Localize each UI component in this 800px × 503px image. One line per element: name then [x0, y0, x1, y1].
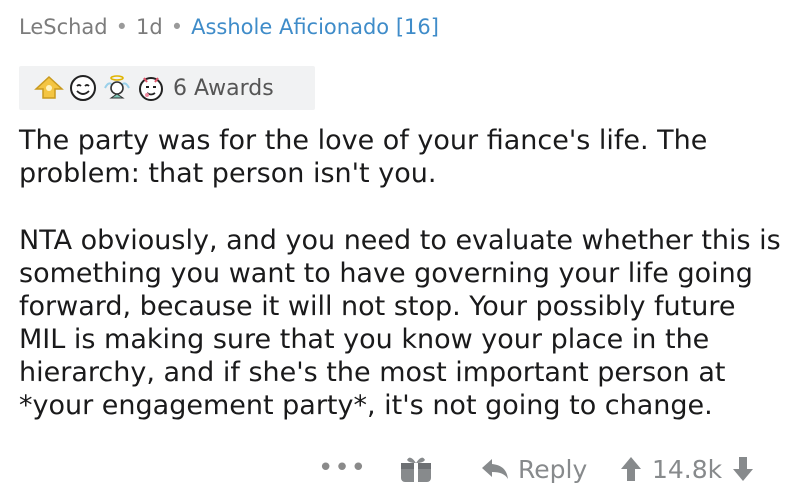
- comment-paragraph: NTA obviously, and you need to evaluate …: [19, 225, 790, 421]
- upvote-arrow-icon[interactable]: [620, 456, 642, 482]
- angel-award-icon: [104, 75, 130, 99]
- awards-count: 6 Awards: [173, 75, 274, 101]
- silver-award-icon: [34, 75, 64, 99]
- reply-label: Reply: [518, 454, 588, 484]
- user-flair: Asshole Aficionado [16]: [191, 15, 439, 39]
- meta-separator: •: [170, 15, 184, 39]
- wholesome-face-award-icon: [70, 75, 96, 101]
- comment-actions: ••• Reply 14.8k: [0, 445, 800, 493]
- reply-arrow-icon: [482, 459, 508, 479]
- vote-score: 14.8k: [652, 454, 723, 484]
- give-award-icon[interactable]: [399, 454, 433, 484]
- more-options-button[interactable]: •••: [318, 453, 367, 483]
- comment-meta: LeSchad • 1d • Asshole Aficionado [16]: [19, 12, 439, 42]
- vote-controls: 14.8k: [620, 451, 754, 487]
- hugz-award-icon: [139, 77, 163, 101]
- comment-age: 1d: [136, 15, 163, 39]
- author-username[interactable]: LeSchad: [19, 15, 108, 39]
- comment-paragraph: The party was for the love of your fianc…: [19, 125, 716, 189]
- comment: LeSchad • 1d • Asshole Aficionado [16] 6…: [0, 0, 800, 503]
- awards-bar[interactable]: 6 Awards: [19, 66, 315, 110]
- meta-separator: •: [115, 15, 129, 39]
- reply-button[interactable]: Reply: [480, 451, 587, 487]
- downvote-arrow-icon[interactable]: [732, 456, 754, 482]
